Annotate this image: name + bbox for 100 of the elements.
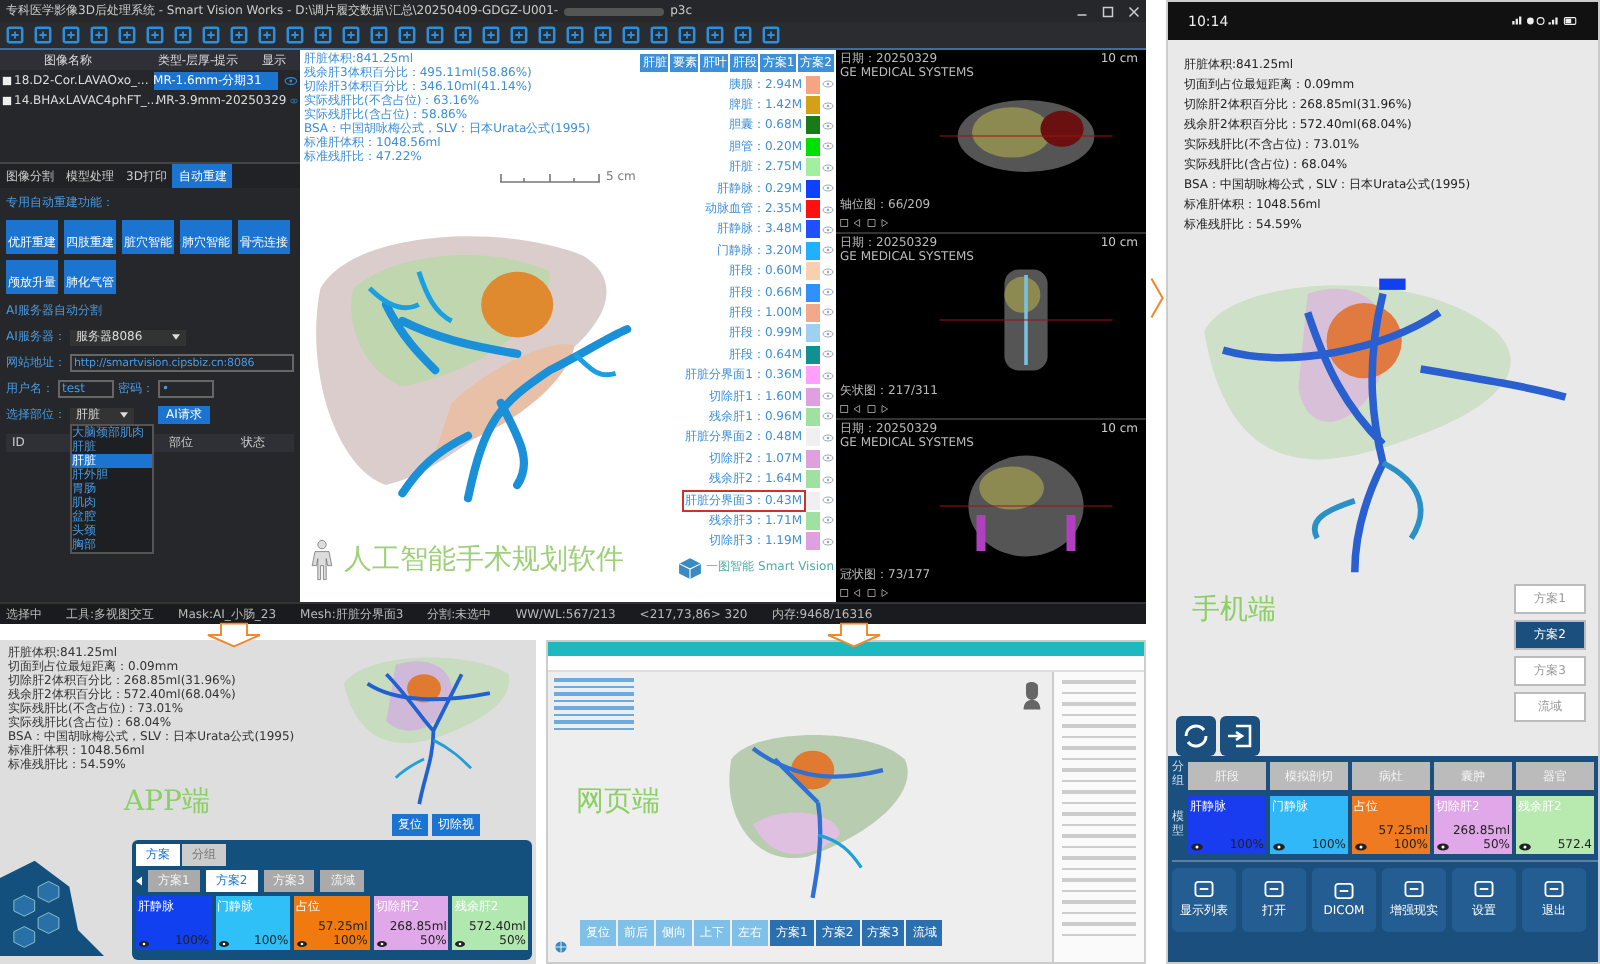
color-swatch[interactable] bbox=[806, 532, 820, 551]
eye-icon[interactable] bbox=[822, 329, 834, 338]
nav-symbol-icon bbox=[1334, 882, 1354, 900]
eye-icon bbox=[1272, 842, 1286, 852]
checkbox-icon[interactable] bbox=[2, 95, 12, 105]
eye-icon bbox=[1518, 842, 1532, 852]
human-body-icon bbox=[308, 538, 336, 582]
toolbar-tool-icon[interactable] bbox=[342, 26, 360, 44]
eye-icon[interactable] bbox=[822, 392, 834, 401]
color-swatch[interactable] bbox=[806, 511, 820, 530]
toolbar-tool-icon[interactable] bbox=[482, 26, 500, 44]
color-swatch[interactable] bbox=[806, 75, 820, 94]
scroll-left-icon[interactable] bbox=[136, 876, 142, 886]
globe-logo-icon bbox=[554, 940, 568, 954]
close-icon[interactable] bbox=[1128, 5, 1140, 17]
eye-icon bbox=[1190, 842, 1204, 852]
color-swatch[interactable] bbox=[806, 324, 820, 343]
eye-icon[interactable] bbox=[290, 95, 298, 105]
color-swatch[interactable] bbox=[806, 491, 820, 509]
toolbar-tool-icon[interactable] bbox=[146, 26, 164, 44]
platform-title: 网页端 bbox=[576, 784, 660, 820]
eye-icon[interactable] bbox=[822, 80, 834, 89]
eye-icon[interactable] bbox=[822, 225, 834, 234]
color-swatch[interactable] bbox=[806, 303, 820, 322]
color-swatch[interactable] bbox=[806, 387, 820, 406]
color-swatch[interactable] bbox=[806, 96, 820, 115]
eye-icon[interactable] bbox=[822, 496, 834, 504]
color-swatch[interactable] bbox=[806, 449, 820, 468]
eye-icon bbox=[217, 940, 230, 948]
exit-view-icon[interactable] bbox=[1220, 716, 1260, 756]
blurred-path bbox=[564, 7, 665, 15]
eye-icon[interactable] bbox=[822, 205, 834, 214]
eye-icon bbox=[454, 940, 467, 948]
nav-symbol-icon bbox=[1264, 880, 1284, 898]
color-swatch[interactable] bbox=[806, 116, 820, 135]
toolbar-tool-icon[interactable] bbox=[34, 26, 52, 44]
toolbar-tool-icon[interactable] bbox=[258, 26, 276, 44]
eye-icon[interactable] bbox=[822, 412, 834, 421]
head-model-icon bbox=[1020, 680, 1044, 710]
toolbar-tool-icon[interactable] bbox=[510, 26, 528, 44]
eye-icon[interactable] bbox=[822, 454, 834, 463]
eye-icon[interactable] bbox=[822, 308, 834, 317]
color-swatch[interactable] bbox=[806, 345, 820, 364]
eye-icon[interactable] bbox=[284, 75, 298, 85]
eye-icon[interactable] bbox=[822, 101, 834, 110]
toolbar-tool-icon[interactable] bbox=[454, 26, 472, 44]
toolbar-tool-icon[interactable] bbox=[90, 26, 108, 44]
eye-icon[interactable] bbox=[822, 288, 834, 297]
toolbar-tool-icon[interactable] bbox=[202, 26, 220, 44]
toolbar-tool-icon[interactable] bbox=[286, 26, 304, 44]
color-swatch[interactable] bbox=[806, 179, 820, 198]
color-swatch[interactable] bbox=[806, 262, 820, 281]
color-swatch[interactable] bbox=[806, 200, 820, 219]
toolbar-tool-icon[interactable] bbox=[398, 26, 416, 44]
toolbar-tool-icon[interactable] bbox=[370, 26, 388, 44]
color-swatch[interactable] bbox=[806, 428, 820, 447]
eye-icon[interactable] bbox=[822, 350, 834, 359]
eye-icon[interactable] bbox=[822, 537, 834, 546]
eye-icon[interactable] bbox=[822, 121, 834, 130]
toolbar-tool-icon[interactable] bbox=[538, 26, 556, 44]
toolbar-tool-icon[interactable] bbox=[762, 26, 780, 44]
nav-symbol-icon bbox=[1194, 880, 1214, 898]
color-swatch[interactable] bbox=[806, 470, 820, 489]
checkbox-icon[interactable] bbox=[2, 75, 12, 85]
color-swatch[interactable] bbox=[806, 407, 820, 426]
status-icons-drawing bbox=[1510, 14, 1578, 28]
maximize-icon[interactable] bbox=[1102, 5, 1114, 17]
toolbar-tool-icon[interactable] bbox=[734, 26, 752, 44]
eye-icon[interactable] bbox=[822, 184, 834, 193]
rotate-icon[interactable] bbox=[1176, 716, 1216, 756]
color-swatch[interactable] bbox=[806, 158, 820, 177]
toolbar-tool-icon[interactable] bbox=[314, 26, 332, 44]
toolbar-tool-icon[interactable] bbox=[118, 26, 136, 44]
toolbar-tool-icon[interactable] bbox=[706, 26, 724, 44]
eye-icon[interactable] bbox=[822, 267, 834, 276]
eye-icon bbox=[1436, 842, 1450, 852]
eye-icon bbox=[375, 940, 388, 948]
toolbar-tool-icon[interactable] bbox=[622, 26, 640, 44]
scale-ruler-icon bbox=[500, 171, 600, 183]
color-swatch[interactable] bbox=[806, 220, 820, 239]
eye-icon[interactable] bbox=[822, 433, 834, 442]
toolbar-tool-icon[interactable] bbox=[6, 26, 24, 44]
eye-icon[interactable] bbox=[822, 142, 834, 151]
toolbar-tool-icon[interactable] bbox=[426, 26, 444, 44]
color-swatch[interactable] bbox=[806, 241, 820, 260]
toolbar-tool-icon[interactable] bbox=[594, 26, 612, 44]
toolbar-tool-icon[interactable] bbox=[230, 26, 248, 44]
color-swatch[interactable] bbox=[806, 283, 820, 302]
toolbar-tool-icon[interactable] bbox=[62, 26, 80, 44]
eye-icon[interactable] bbox=[822, 246, 834, 255]
toolbar-tool-icon[interactable] bbox=[678, 26, 696, 44]
eye-icon[interactable] bbox=[822, 371, 834, 380]
eye-icon[interactable] bbox=[822, 163, 834, 172]
eye-icon[interactable] bbox=[822, 475, 834, 484]
color-swatch[interactable] bbox=[806, 137, 820, 156]
toolbar-tool-icon[interactable] bbox=[566, 26, 584, 44]
color-swatch[interactable] bbox=[806, 366, 820, 385]
toolbar-tool-icon[interactable] bbox=[650, 26, 668, 44]
eye-icon[interactable] bbox=[822, 516, 834, 525]
toolbar-tool-icon[interactable] bbox=[174, 26, 192, 44]
